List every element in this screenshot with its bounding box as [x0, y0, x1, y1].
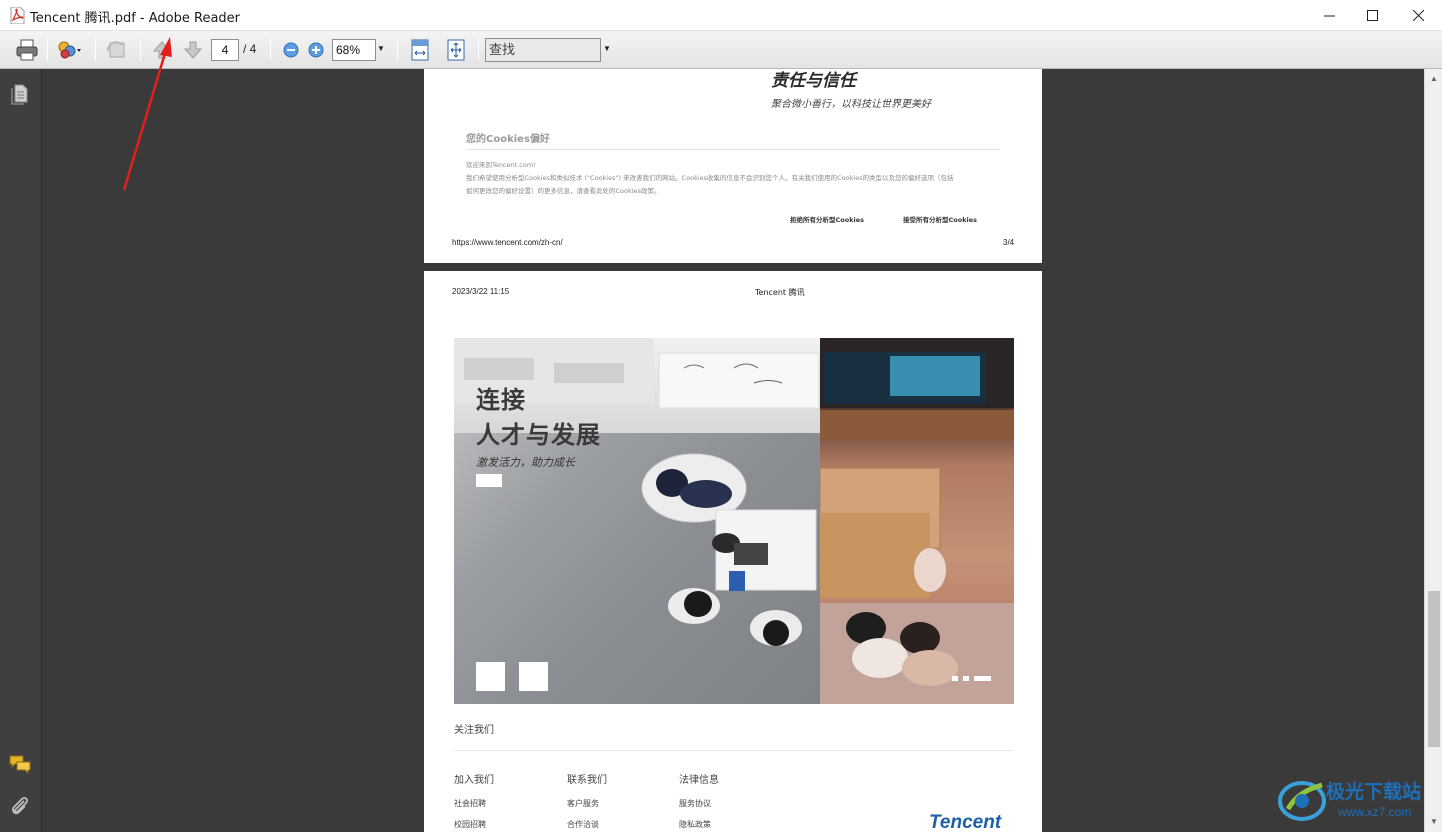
footer-col1-title: 加入我们: [454, 775, 494, 786]
arrow-down-icon: [183, 41, 203, 59]
vertical-scrollbar[interactable]: ▲ ▼: [1424, 69, 1442, 832]
toolbar: 4 / 4 68% ▼ 查找 ▼: [0, 31, 1442, 69]
footer-col2-title: 联系我们: [567, 775, 607, 786]
minimize-button[interactable]: [1306, 0, 1352, 31]
hero-banner-image: 连接 人才与发展 激发活力，助力成长: [454, 338, 1014, 704]
rotate-button[interactable]: [102, 37, 132, 63]
section-heading: 责任与信任: [771, 71, 856, 91]
fit-page-button[interactable]: [442, 37, 470, 63]
prev-slide-button[interactable]: [476, 662, 505, 691]
attachment-icon[interactable]: [9, 796, 31, 818]
hero-title-line-2: 人才与发展: [476, 421, 601, 449]
printer-icon: [16, 39, 38, 61]
pdf-page-4: 2023/3/22 11:15 Tencent 腾讯 连接 人才与发展 激发活力…: [424, 271, 1042, 832]
page-header-date: 2023/3/22 11:15: [452, 287, 510, 296]
follow-us-label: 关注我们: [454, 725, 494, 736]
watermark-url: www.xz7.com: [1338, 805, 1412, 819]
maximize-icon: [1366, 10, 1378, 21]
cookies-text-2: 我们希望使用分析型Cookies和类似技术 ("Cookies") 来改善我们的…: [466, 174, 954, 182]
zoom-dropdown-icon[interactable]: ▼: [377, 44, 385, 53]
slide-dot-active[interactable]: [974, 676, 991, 681]
navigation-pane: [0, 69, 42, 832]
hero-button-placeholder[interactable]: [476, 474, 502, 487]
footer-link-service-agreement[interactable]: 服务协议: [679, 798, 711, 809]
zoom-level-select[interactable]: 68%: [332, 39, 376, 61]
slide-dot-1[interactable]: [952, 676, 958, 681]
watermark-text: 极光下载站: [1326, 781, 1422, 803]
site-watermark: 极光下载站 www.xz7.com: [1278, 775, 1438, 827]
footer-link-privacy-policy[interactable]: 隐私政策: [679, 819, 711, 830]
hero-subtitle: 激发活力，助力成长: [476, 456, 575, 469]
zoom-out-icon: [283, 42, 299, 58]
footer-col3-title: 法律信息: [679, 775, 719, 786]
cookies-title: 您的Cookies偏好: [466, 134, 550, 145]
find-input[interactable]: 查找: [485, 38, 601, 62]
footer-link-campus-recruit[interactable]: 校园招聘: [454, 819, 486, 830]
hero-title-line-1: 连接: [476, 386, 526, 414]
footer-link-customer-service[interactable]: 客户服务: [567, 798, 599, 809]
watermark-logo-icon: [1278, 781, 1326, 821]
footer-link-cooperation[interactable]: 合作洽谈: [567, 819, 599, 830]
next-page-button[interactable]: [181, 37, 205, 63]
cookies-text-3: 如何更改您的偏好设置）的更多信息，请查看此处的Cookies政策。: [466, 187, 661, 195]
share-button[interactable]: [50, 37, 88, 63]
fit-width-button[interactable]: [406, 37, 434, 63]
scrollbar-thumb[interactable]: [1428, 591, 1440, 747]
title-bar: Tencent 腾讯.pdf - Adobe Reader: [0, 0, 1442, 31]
page-total: / 4: [243, 42, 257, 56]
minimize-icon: [1323, 15, 1335, 17]
page-number-input[interactable]: 4: [211, 39, 239, 61]
window-title: Tencent 腾讯.pdf - Adobe Reader: [30, 11, 241, 26]
close-button[interactable]: [1395, 0, 1441, 31]
zoom-out-button[interactable]: [280, 37, 302, 63]
pages-icon[interactable]: [9, 83, 31, 105]
accept-cookies-link[interactable]: 接受所有分析型Cookies: [903, 214, 977, 224]
comments-icon[interactable]: [9, 753, 31, 775]
maximize-button[interactable]: [1349, 0, 1395, 31]
page-header-title: Tencent 腾讯: [755, 288, 805, 297]
zoom-in-icon: [308, 42, 324, 58]
lounge-scene-illustration: [820, 338, 1014, 704]
footer-divider: [454, 750, 1014, 751]
previous-page-button[interactable]: [150, 37, 174, 63]
close-icon: [1412, 10, 1424, 21]
document-view[interactable]: 责任与信任 聚合微小善行，以科技让世界更美好 您的Cookies偏好 欢迎来到T…: [42, 69, 1424, 832]
section-subheading: 聚合微小善行，以科技让世界更美好: [771, 99, 931, 110]
print-button[interactable]: [12, 37, 42, 63]
find-dropdown-icon[interactable]: ▼: [603, 44, 611, 53]
tencent-logo: Tencent: [929, 812, 1002, 832]
cookies-text-1: 欢迎来到Tencent.com!: [466, 161, 536, 169]
fit-page-icon: [447, 39, 465, 61]
footer-link-social-recruit[interactable]: 社会招聘: [454, 798, 486, 809]
arrow-up-icon: [152, 41, 172, 59]
pdf-file-icon: [10, 7, 25, 24]
share-icon: [58, 41, 81, 59]
slide-dot-2[interactable]: [963, 676, 969, 681]
fit-width-icon: [411, 39, 429, 61]
zoom-in-button[interactable]: [305, 37, 327, 63]
pdf-page-3: 责任与信任 聚合微小善行，以科技让世界更美好 您的Cookies偏好 欢迎来到T…: [424, 69, 1042, 263]
cookies-divider: [466, 149, 1000, 150]
reject-cookies-link[interactable]: 拒绝所有分析型Cookies: [790, 214, 864, 224]
scroll-up-icon[interactable]: ▲: [1429, 74, 1439, 84]
page-footer-url: https://www.tencent.com/zh-cn/: [452, 238, 563, 247]
page-footer-number: 3/4: [1003, 238, 1015, 247]
rotate-icon: [106, 41, 125, 58]
next-slide-button[interactable]: [519, 662, 548, 691]
